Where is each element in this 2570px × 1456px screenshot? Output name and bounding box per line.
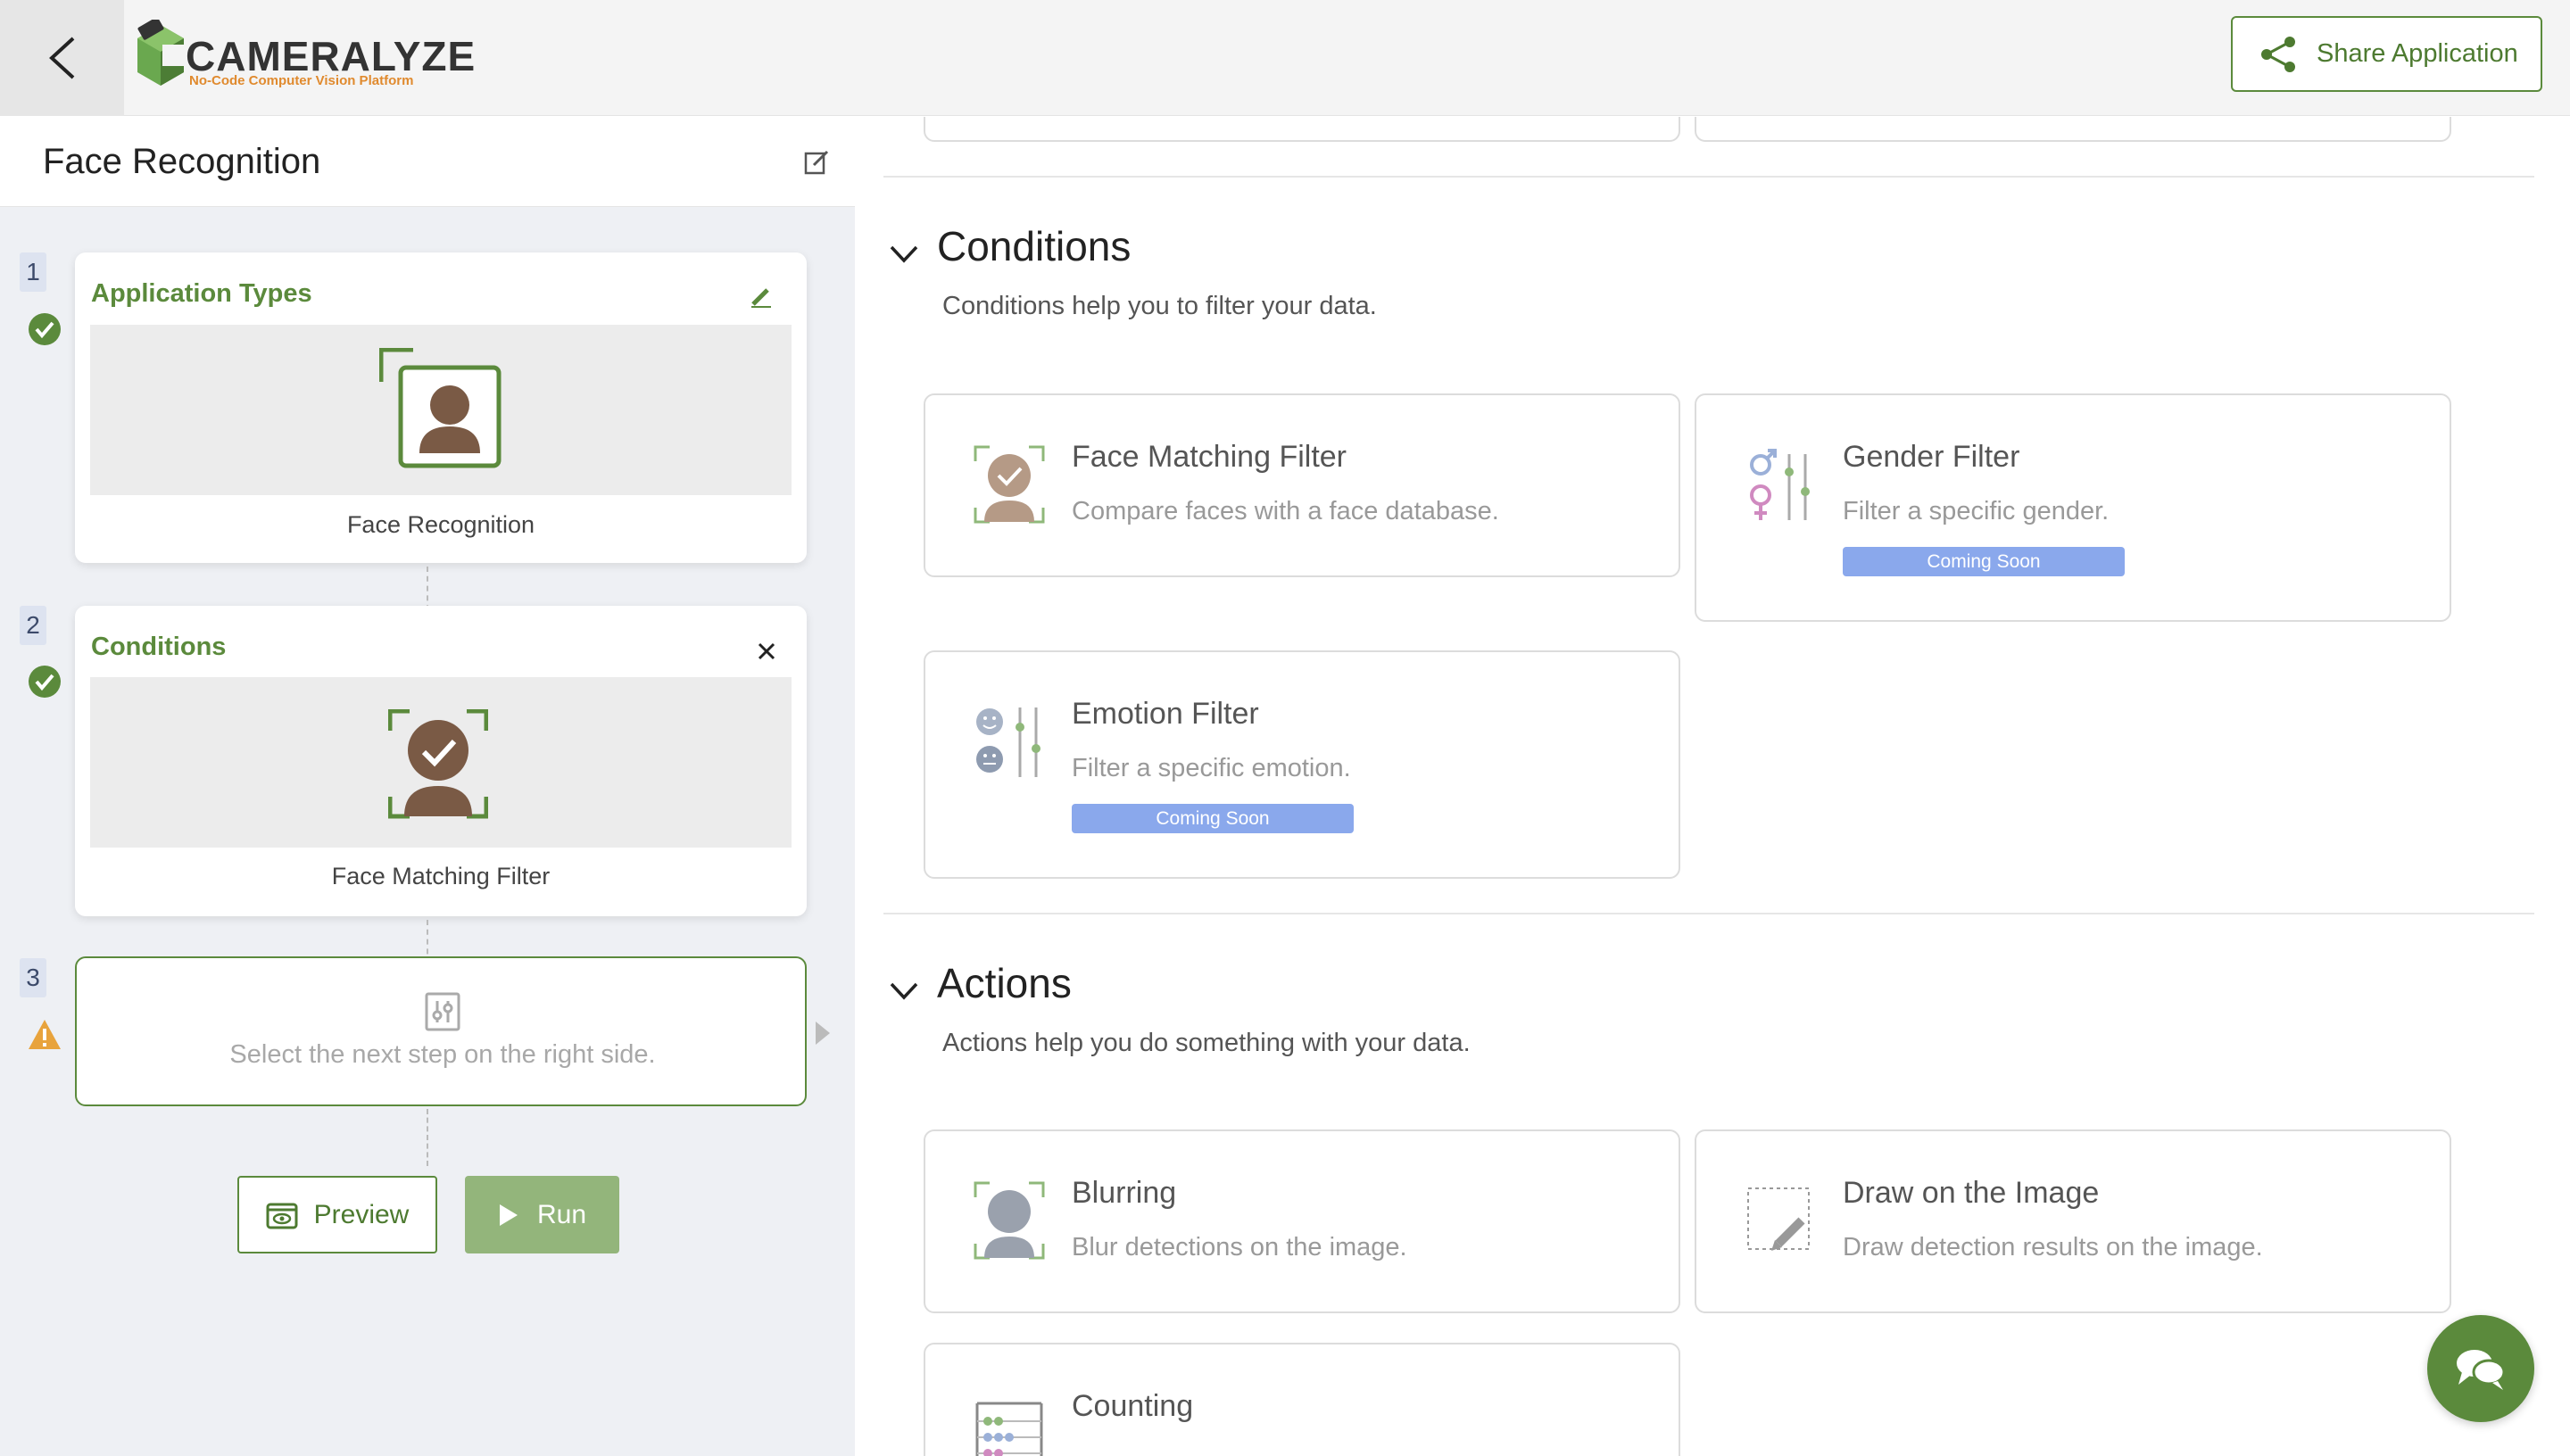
option-emotion-filter[interactable]: Emotion Filter Filter a specific emotion… [924,650,1680,879]
step-card-image [90,325,792,495]
option-gender-filter[interactable]: Gender Filter Filter a specific gender. … [1695,393,2451,622]
step-card-application-types[interactable]: Application Types Face Recognition [75,252,807,563]
option-card-partial[interactable] [1695,117,2451,142]
face-match-icon [388,709,488,819]
chevron-left-icon [48,37,74,79]
chevron-down-icon[interactable] [889,238,919,269]
option-face-matching-filter[interactable]: Face Matching Filter Compare faces with … [924,393,1680,577]
coming-soon-badge: Coming Soon [1072,804,1354,833]
section-divider [883,913,2534,914]
option-draw-on-the-image[interactable]: Draw on the Image Draw detection results… [1695,1129,2451,1313]
step-card-caption: Face Matching Filter [331,863,551,889]
chat-support-button[interactable] [2427,1315,2534,1422]
face-recognition-icon [379,348,502,468]
preview-label: Preview [313,1199,410,1229]
step-connector [427,1109,428,1166]
pencil-icon[interactable] [750,285,773,308]
application-title: Face Recognition [43,142,321,181]
share-application-button[interactable]: Share Application [2231,16,2542,92]
check-circle-icon [29,666,61,698]
caret-right-icon [816,1022,830,1045]
conditions-section-description: Conditions help you to filter your data. [942,292,1377,320]
option-title: Face Matching Filter [1072,440,1347,474]
step-number-2: 2 [20,606,46,645]
step-number-3: 3 [20,958,46,997]
step-card-image [90,677,792,848]
step-card-title: Application Types [91,279,312,308]
play-icon [499,1204,518,1226]
workflow-panel: Face Recognition 1 Application Types Fac… [0,117,855,1456]
chevron-down-icon[interactable] [889,975,919,1005]
option-description: Filter a specific emotion. [1072,754,1351,782]
eye-icon [266,1203,298,1228]
gender-filter-icon [1750,449,1810,520]
edit-title-icon[interactable] [803,149,830,176]
close-icon[interactable] [757,641,776,661]
next-step-hint: Select the next step on the right side. [229,1040,656,1069]
coming-soon-badge: Coming Soon [1843,547,2125,576]
check-circle-icon [29,313,61,345]
app-title-bar: Face Recognition [0,117,855,207]
face-match-icon [974,445,1045,524]
option-description: Draw detection results on the image. [1843,1233,2263,1262]
share-icon [2261,36,2295,72]
option-title: Gender Filter [1843,440,2020,474]
option-title: Blurring [1072,1176,1177,1210]
option-description: Filter a specific gender. [1843,497,2110,525]
step-number-1: 1 [20,252,46,292]
option-title: Counting [1072,1389,1194,1423]
option-card-partial[interactable] [924,117,1680,142]
step-card-caption: Face Recognition [346,511,535,538]
back-button[interactable] [0,0,124,116]
abacus-icon [975,1402,1043,1456]
sliders-icon [425,992,460,1031]
logo-hex-icon [137,20,187,86]
option-counting[interactable]: Counting [924,1343,1680,1456]
actions-section-title: Actions [937,960,1072,1006]
emotion-filter-icon [976,707,1040,777]
step-card-title: Conditions [91,633,227,661]
option-blurring[interactable]: Blurring Blur detections on the image. [924,1129,1680,1313]
option-description: Blur detections on the image. [1072,1233,1407,1262]
step-card-conditions[interactable]: Conditions Face Matching Filter [75,606,807,916]
cameralyze-logo[interactable]: CAMERALYZE No-Code Computer Vision Platf… [134,20,475,95]
actions-section-description: Actions help you do something with your … [942,1029,1471,1057]
option-title: Emotion Filter [1072,697,1259,731]
chat-icon [2457,1350,2506,1390]
steps-catalog: Conditions Conditions help you to filter… [855,117,2570,1456]
logo-tagline: No-Code Computer Vision Platform [189,73,414,88]
warning-icon [29,1020,61,1049]
next-step-placeholder-card[interactable]: Select the next step on the right side. [75,956,807,1106]
draw-icon [1747,1187,1810,1251]
option-description: Compare faces with a face database. [1072,497,1499,525]
conditions-section-title: Conditions [937,223,1132,269]
share-application-label: Share Application [2317,39,2518,68]
run-button[interactable]: Run [465,1176,619,1253]
run-label: Run [536,1199,587,1229]
blur-face-icon [974,1181,1045,1260]
preview-button[interactable]: Preview [237,1176,437,1253]
top-bar: CAMERALYZE No-Code Computer Vision Platf… [0,0,2570,116]
option-title: Draw on the Image [1843,1176,2100,1210]
section-divider [883,176,2534,178]
